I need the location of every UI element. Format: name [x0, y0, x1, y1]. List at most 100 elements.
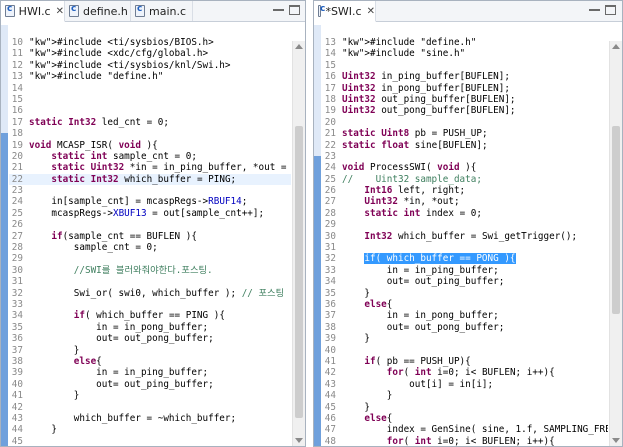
code-text[interactable]: "kw">#include <xdc/cfg/global.h> [29, 48, 208, 59]
code-line[interactable]: 19 void MCASP_ISR( void ){ [9, 140, 291, 151]
code-text[interactable]: else{ [342, 413, 392, 424]
code-line[interactable]: 32 Swi_or( swi0, which_buffer ); // 포스팅 [9, 288, 291, 299]
code-line[interactable]: 33 [9, 299, 291, 310]
code-line[interactable]: 33 in = in_ping_buffer; [322, 265, 608, 276]
code-text[interactable]: in = in_ping_buffer; [29, 367, 208, 378]
code-text[interactable]: //SWI를 블러와줘야한다.포스팅. [29, 265, 213, 276]
scrollbar-thumb[interactable] [612, 126, 620, 314]
code-text[interactable]: Int32 which_buffer = Swi_getTrigger(); [342, 231, 577, 242]
code-text[interactable]: in = in_pong_buffer; [342, 310, 499, 321]
scrollbar-thumb[interactable] [295, 126, 303, 418]
code-text[interactable]: // Uint32 sample_data; [342, 174, 482, 185]
code-line[interactable]: 28 sample_cnt = 0; [9, 242, 291, 253]
code-line[interactable]: 34 if( which_buffer == PING ){ [9, 310, 291, 321]
code-line[interactable]: 14 "kw">#include "sine.h" [322, 48, 608, 59]
tab-swi-c[interactable]: *SWI.c ✕ [314, 1, 376, 22]
code-line[interactable]: 15 [9, 94, 291, 105]
code-line[interactable]: 20 [322, 117, 608, 128]
code-text[interactable]: for( int i=0; i< BUFLEN; i++){ [342, 367, 555, 378]
code-line[interactable]: 15 [322, 60, 608, 71]
vertical-scrollbar[interactable] [292, 41, 305, 446]
code-text[interactable]: } [342, 333, 370, 344]
code-line[interactable]: 47 index = GenSine( sine, 1.f, SAMPLING_… [322, 424, 608, 435]
code-text[interactable]: Uint32 in_pong_buffer[BUFLEN]; [342, 83, 510, 94]
scroll-up-icon[interactable] [612, 44, 620, 49]
code-line[interactable]: 31 [9, 276, 291, 287]
code-text[interactable]: Uint32 out_ping_buffer[BUFLEN]; [342, 94, 516, 105]
code-line[interactable]: 27 if(sample_cnt == BUFLEN ){ [9, 231, 291, 242]
code-line[interactable]: 16 [9, 105, 291, 116]
code-text[interactable]: } [342, 390, 393, 401]
code-line[interactable]: 29 [322, 219, 608, 230]
code-text[interactable]: which_buffer = ~which_buffer; [29, 413, 236, 424]
code-line[interactable]: 43 which_buffer = ~which_buffer; [9, 413, 291, 424]
code-line[interactable]: 18 [9, 128, 291, 139]
code-text[interactable]: index = GenSine( sine, 1.f, SAMPLING_FRE… [342, 424, 608, 435]
code-line[interactable]: 36 out= out_pong_buffer; [9, 333, 291, 344]
minimize-icon[interactable] [589, 5, 600, 11]
code-text[interactable]: Uint32 *in, *out; [342, 196, 459, 207]
code-text[interactable]: in = in_ping_buffer; [342, 265, 499, 276]
code-line[interactable]: 27 Uint32 *in, *out; [322, 196, 608, 207]
code-text[interactable]: if( which_buffer == PONG ){ [342, 253, 516, 265]
code-line[interactable]: 13 "kw">#include "define.h" [322, 37, 608, 48]
code-text[interactable]: static Int32 led_cnt = 0; [29, 117, 169, 128]
code-editor[interactable]: 13 "kw">#include "define.h" 14 "kw">#includ… [314, 25, 622, 446]
vertical-scrollbar[interactable] [609, 41, 622, 446]
code-text[interactable]: static Uint8 pb = PUSH_UP; [342, 128, 488, 139]
code-line[interactable]: 41 if( pb == PUSH_UP){ [322, 356, 608, 367]
code-line[interactable]: 20 static int sample_cnt = 0; [9, 151, 291, 162]
code-area[interactable]: 10 "kw">#include <ti/sysbios/BIOS.h> 11 "kw… [9, 37, 291, 446]
code-line[interactable]: 14 [9, 83, 291, 94]
code-text[interactable]: } [29, 390, 80, 401]
code-line[interactable]: 35 in = in_pong_buffer; [9, 322, 291, 333]
code-text[interactable]: void MCASP_ISR( void ){ [29, 140, 158, 151]
code-line[interactable]: 26 Int16 left, right; [322, 185, 608, 196]
code-line[interactable]: 28 static int index = 0; [322, 208, 608, 219]
code-line[interactable]: 41 } [9, 390, 291, 401]
code-text[interactable]: static int index = 0; [342, 208, 482, 219]
code-text[interactable]: static float sine[BUFLEN]; [342, 140, 488, 151]
code-text[interactable]: } [342, 288, 370, 299]
code-line[interactable]: 44 } [322, 390, 608, 401]
code-line[interactable]: 35 } [322, 288, 608, 299]
code-text[interactable]: out= out_ping_buffer; [342, 276, 505, 287]
code-line[interactable]: 25 // Uint32 sample_data; [322, 174, 608, 185]
code-line[interactable]: 45 } [322, 402, 608, 413]
code-text[interactable]: in = in_pong_buffer; [29, 322, 208, 333]
code-text[interactable]: Swi_or( swi0, which_buffer ); // 포스팅 [29, 288, 284, 299]
code-line[interactable]: 25 mcaspRegs->XBUF13 = out[sample_cnt++]… [9, 208, 291, 219]
code-line[interactable]: 48 for( int i=0; i< BUFLEN; i++){ [322, 436, 608, 446]
code-line[interactable]: 38 out= out_pong_buffer; [322, 322, 608, 333]
code-text[interactable]: } [29, 345, 80, 356]
selection[interactable]: if( which_buffer == PONG ){ [364, 253, 516, 265]
code-line[interactable]: 10 "kw">#include <ti/sysbios/BIOS.h> [9, 37, 291, 48]
code-line[interactable]: 44 } [9, 424, 291, 435]
code-text[interactable]: "kw">#include "sine.h" [342, 48, 465, 59]
code-line[interactable]: 34 out= out_ping_buffer; [322, 276, 608, 287]
code-text[interactable]: Int16 left, right; [342, 185, 465, 196]
scroll-down-icon[interactable] [612, 438, 620, 443]
close-icon[interactable]: ✕ [56, 6, 64, 17]
code-line[interactable]: 42 [9, 402, 291, 413]
code-line[interactable]: 24 in[sample_cnt] = mcaspRegs->RBUF14; [9, 196, 291, 207]
code-text[interactable]: static int sample_cnt = 0; [29, 151, 197, 162]
code-text[interactable]: else{ [342, 299, 392, 310]
code-line[interactable]: 42 for( int i=0; i< BUFLEN; i++){ [322, 367, 608, 378]
code-line[interactable]: 19 Uint32 out_pong_buffer[BUFLEN]; [322, 105, 608, 116]
code-line[interactable]: 16 Uint32 in_ping_buffer[BUFLEN]; [322, 71, 608, 82]
code-text[interactable]: "kw">#include <ti/sysbios/BIOS.h> [29, 37, 214, 48]
code-line[interactable]: 11 "kw">#include <xdc/cfg/global.h> [9, 48, 291, 59]
code-text[interactable]: "kw">#include "define.h" [29, 71, 163, 82]
code-line[interactable]: 39 } [322, 333, 608, 344]
code-line[interactable]: 23 [9, 185, 291, 196]
code-text[interactable]: if( which_buffer == PING ){ [29, 310, 225, 321]
code-line[interactable]: 40 out= out_ping_buffer; [9, 379, 291, 390]
code-line[interactable]: 37 in = in_pong_buffer; [322, 310, 608, 321]
code-line[interactable]: 40 [322, 345, 608, 356]
code-line[interactable]: 13 "kw">#include "define.h" [9, 71, 291, 82]
code-line[interactable]: 32 if( which_buffer == PONG ){ [322, 253, 608, 265]
code-text[interactable]: } [29, 424, 57, 435]
code-line[interactable]: 22 static float sine[BUFLEN]; [322, 140, 608, 151]
code-text[interactable]: out= out_ping_buffer; [29, 379, 214, 390]
